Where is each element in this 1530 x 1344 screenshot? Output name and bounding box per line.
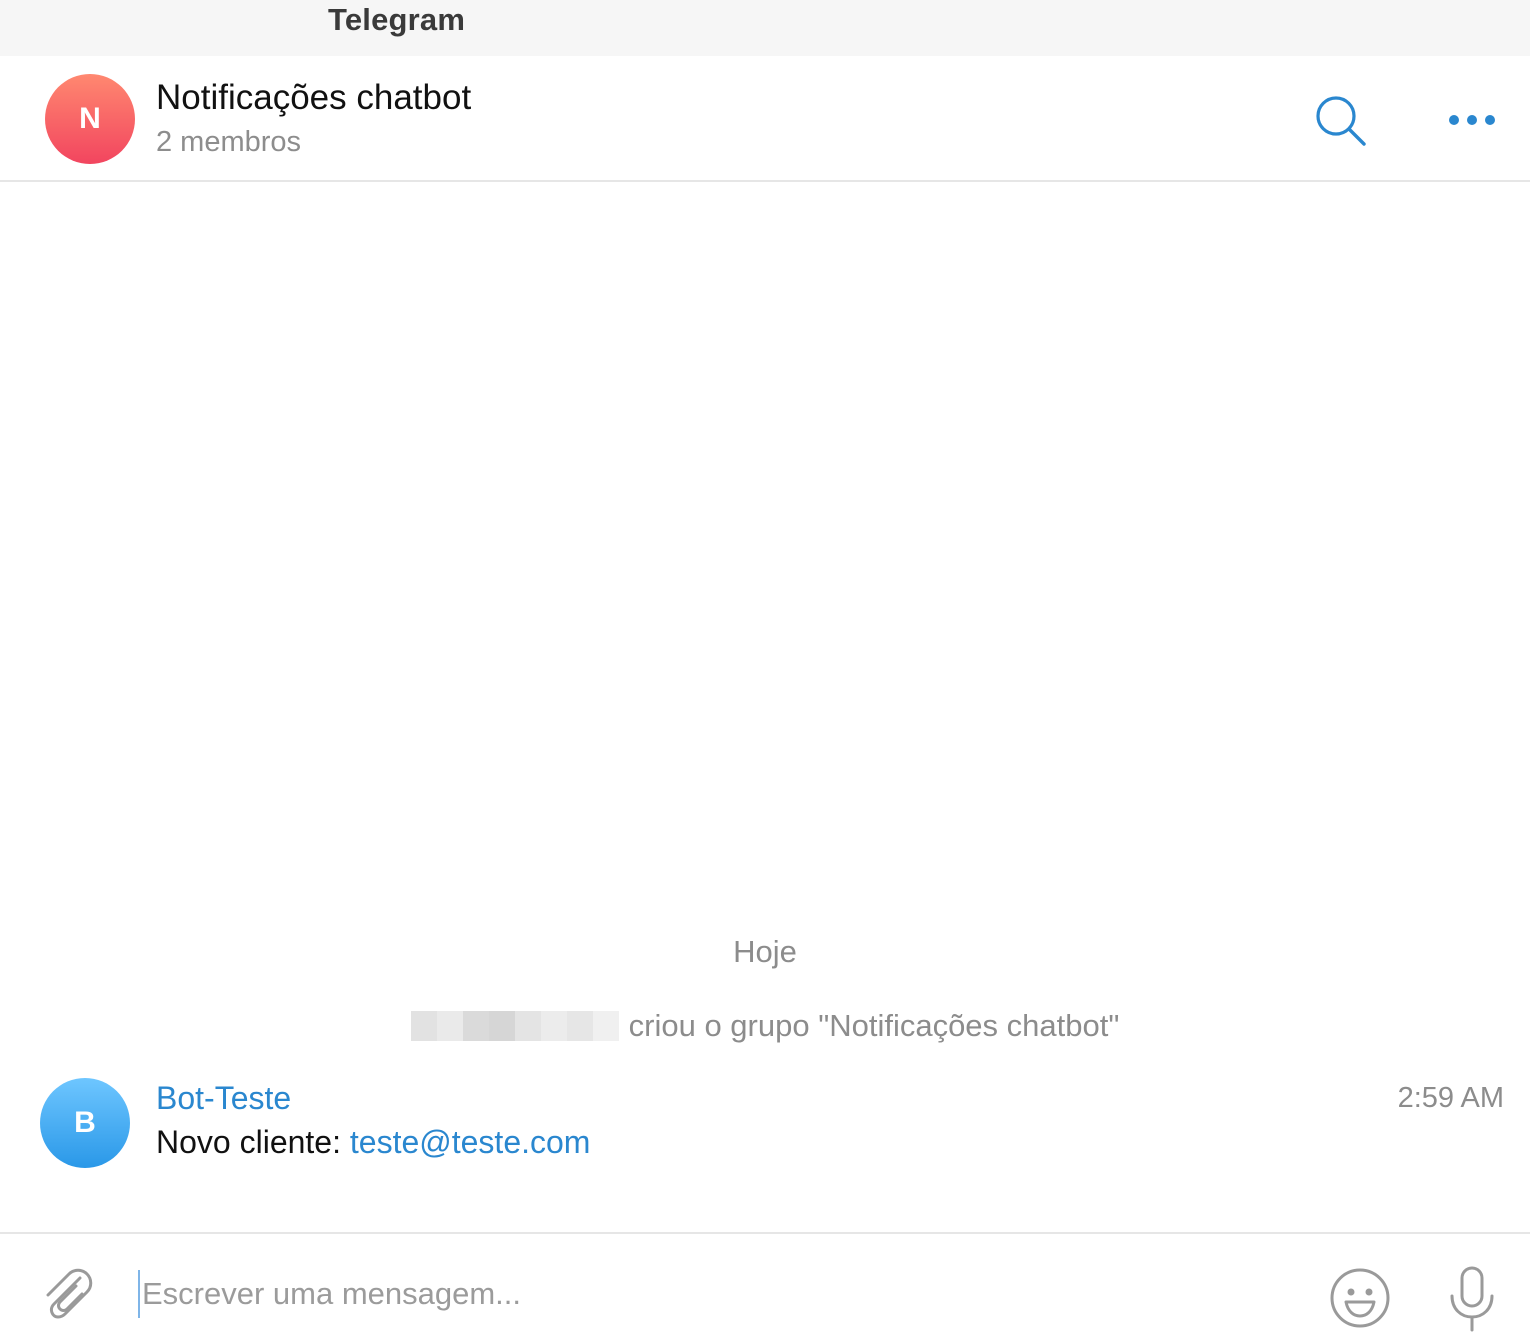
chat-title[interactable]: Notificações chatbot [156, 78, 471, 118]
more-dots-icon [1449, 115, 1495, 125]
service-message-text: criou o grupo "Notificações chatbot" [628, 1008, 1120, 1043]
message-item[interactable]: B Bot-Teste 2:59 AM Novo cliente: teste@… [0, 1078, 1530, 1178]
title-bar: Telegram [0, 0, 1530, 56]
paperclip-icon [46, 1268, 93, 1319]
microphone-icon [1450, 1266, 1494, 1332]
group-avatar-initial: N [79, 102, 101, 135]
smiley-icon [1330, 1268, 1390, 1328]
attach-button[interactable] [36, 1264, 98, 1326]
message-sender[interactable]: Bot-Teste [156, 1080, 291, 1117]
email-link[interactable]: teste@teste.com [350, 1124, 591, 1160]
search-icon [1316, 96, 1366, 146]
composer-bar [0, 1232, 1530, 1344]
message-time: 2:59 AM [1397, 1082, 1504, 1114]
telegram-window: Telegram N Notificações chatbot 2 membro… [0, 0, 1530, 1344]
window-title: Telegram [328, 2, 466, 37]
bot-avatar-initial: B [74, 1106, 96, 1139]
search-button[interactable] [1310, 90, 1372, 152]
message-text: Novo cliente: teste@teste.com [156, 1124, 590, 1161]
message-input[interactable] [138, 1270, 1242, 1318]
chat-header: N Notificações chatbot 2 membros [0, 56, 1530, 182]
service-message: criou o grupo "Notificações chatbot" [0, 1008, 1530, 1044]
member-count[interactable]: 2 membros [156, 126, 301, 159]
more-options-button[interactable] [1442, 100, 1502, 140]
voice-record-button[interactable] [1446, 1264, 1498, 1334]
message-text-prefix: Novo cliente: [156, 1124, 350, 1160]
message-list[interactable]: Hoje criou o grupo "Notificações chatbot… [0, 182, 1530, 1232]
redacted-author-name [410, 1011, 619, 1041]
group-avatar[interactable]: N [45, 74, 135, 164]
bot-avatar[interactable]: B [40, 1078, 130, 1168]
date-separator: Hoje [733, 934, 797, 969]
emoji-button[interactable] [1328, 1266, 1392, 1330]
